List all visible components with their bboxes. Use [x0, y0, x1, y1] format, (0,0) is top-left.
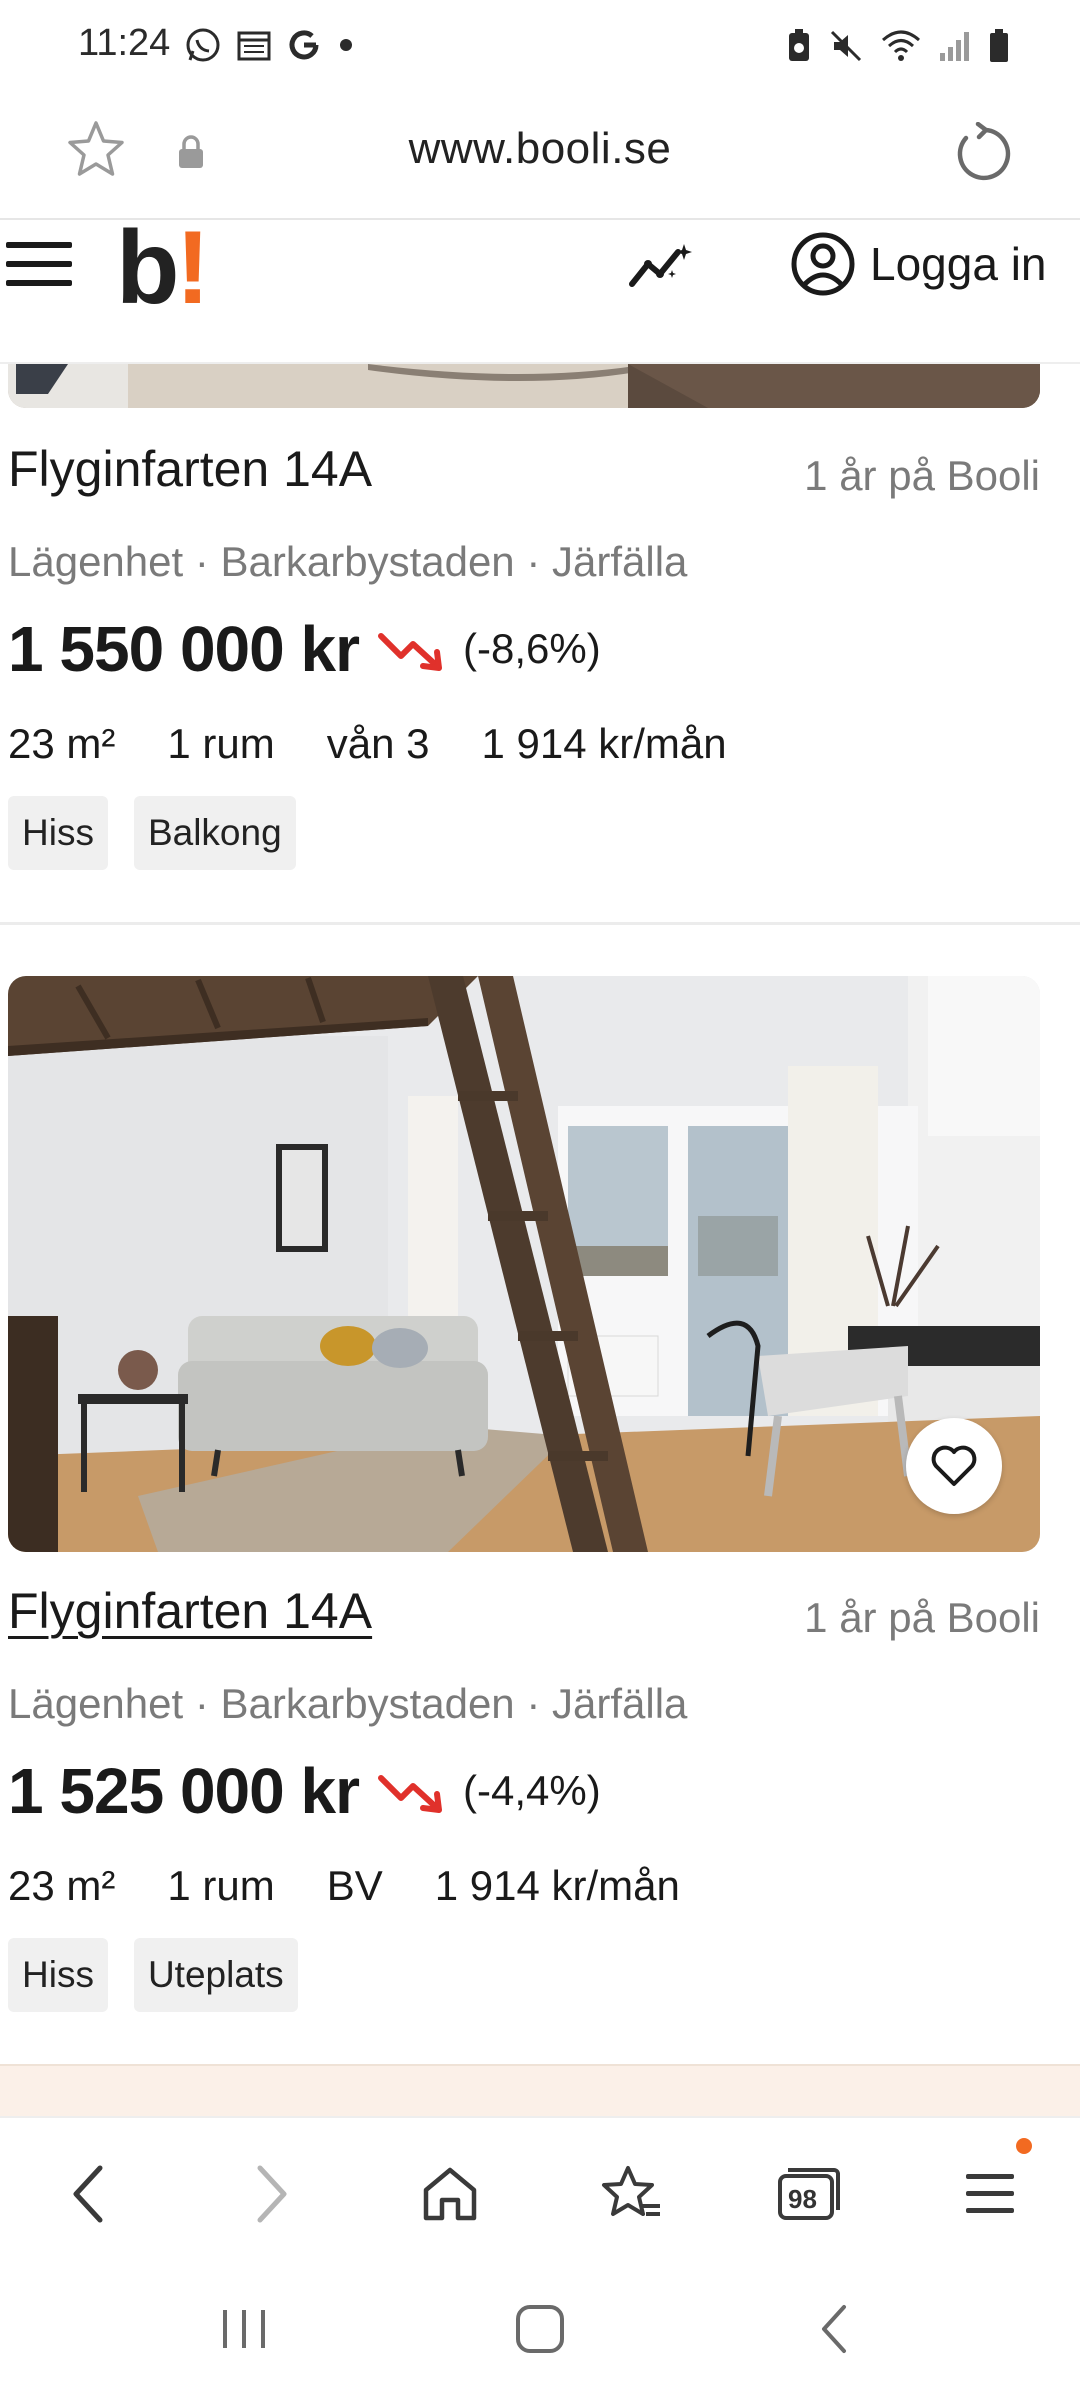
notification-dot — [1016, 2138, 1032, 2154]
tag-patio: Uteplats — [133, 1938, 298, 2012]
whatsapp-icon — [186, 28, 220, 62]
booli-logo[interactable]: b! — [116, 216, 210, 320]
tag-balcony: Balkong — [133, 796, 296, 870]
user-account-icon — [791, 232, 855, 296]
mute-icon — [830, 30, 862, 62]
browser-menu-button[interactable] — [950, 2154, 1030, 2234]
market-trend-icon[interactable] — [628, 240, 694, 292]
favorite-button[interactable] — [906, 1418, 1002, 1514]
forward-button[interactable] — [232, 2154, 312, 2234]
listing-1-floor: vån 3 — [326, 720, 430, 767]
hamburger-menu-icon[interactable] — [6, 240, 72, 288]
listing-2-area: 23 m² — [8, 1862, 116, 1909]
calendar-icon — [237, 31, 271, 61]
logo-letter: b — [116, 210, 180, 326]
listing-2-age: 1 år på Booli — [804, 1594, 1040, 1641]
browser-toolbar: 98 — [0, 2116, 1080, 2252]
recents-button[interactable] — [204, 2294, 284, 2364]
menu-icon — [966, 2174, 1014, 2213]
listing-1-price-row: 1 550 000 kr (-8,6%) — [8, 612, 601, 686]
dot-icon — [340, 39, 352, 51]
listing-1-facts: 23 m² 1 rum vån 3 1 914 kr/mån — [8, 720, 779, 768]
home-button[interactable] — [410, 2154, 490, 2234]
price-down-icon — [378, 633, 442, 671]
back-icon — [73, 2165, 103, 2223]
listing-1-photo[interactable] — [8, 364, 1040, 408]
listing-divider — [0, 922, 1080, 925]
system-nav-bar — [0, 2252, 1080, 2400]
listing-2-title[interactable]: Flyginfarten 14A — [8, 1582, 372, 1640]
battery-icon — [990, 29, 1008, 62]
listing-1-price: 1 550 000 kr — [8, 613, 360, 685]
next-section-band — [0, 2064, 1080, 2116]
heart-icon — [931, 1445, 977, 1486]
url-field[interactable]: www.booli.se — [0, 124, 1080, 174]
system-home-button[interactable] — [500, 2294, 580, 2364]
listing-2-subtitle: Lägenhet · Barkarbystaden · Järfälla — [8, 1680, 688, 1727]
listing-2-tags: Hiss Uteplats — [8, 1938, 298, 2012]
listing-1-age: 1 år på Booli — [804, 452, 1040, 499]
signal-icon — [940, 32, 969, 61]
status-left-icons — [184, 26, 356, 64]
listing-2-price-change: (-4,4%) — [463, 1767, 601, 1814]
recents-icon — [223, 2310, 265, 2348]
battery-saver-icon — [789, 29, 809, 61]
listing-2-price: 1 525 000 kr — [8, 1755, 360, 1827]
tabs-button[interactable]: 98 — [768, 2154, 848, 2234]
home-icon — [516, 2305, 564, 2353]
tag-elevator: Hiss — [8, 796, 108, 870]
back-button[interactable] — [48, 2154, 128, 2234]
system-back-button[interactable] — [794, 2294, 874, 2364]
forward-icon — [257, 2165, 287, 2223]
status-time: 11:24 — [78, 22, 171, 64]
listing-2-floor: BV — [326, 1862, 383, 1909]
listing-2-photo[interactable] — [8, 976, 1040, 1552]
home-icon — [423, 2167, 477, 2221]
listing-2-facts: 23 m² 1 rum BV 1 914 kr/mån — [8, 1862, 732, 1910]
google-icon — [289, 30, 319, 60]
wifi-icon — [882, 30, 920, 61]
logo-accent: ! — [175, 210, 211, 326]
tab-count: 98 — [788, 2184, 817, 2214]
listing-1-fee: 1 914 kr/mån — [481, 720, 727, 767]
listing-2-price-row: 1 525 000 kr (-4,4%) — [8, 1754, 601, 1828]
listing-1-price-change: (-8,6%) — [463, 625, 601, 672]
listing-1-subtitle: Lägenhet · Barkarbystaden · Järfälla — [8, 538, 688, 585]
listing-1-tags: Hiss Balkong — [8, 796, 296, 870]
bookmarks-icon — [602, 2166, 660, 2216]
listing-1-rooms: 1 rum — [167, 720, 275, 767]
listing-2-rooms: 1 rum — [167, 1862, 275, 1909]
listing-2-fee: 1 914 kr/mån — [434, 1862, 680, 1909]
status-right-icons — [786, 28, 1010, 64]
reload-icon[interactable] — [952, 122, 1016, 186]
price-down-icon — [378, 1775, 442, 1813]
bookmarks-button[interactable] — [590, 2154, 670, 2234]
status-bar: 11:24 — [0, 0, 1080, 96]
listing-1-title[interactable]: Flyginfarten 14A — [8, 440, 372, 498]
login-button[interactable]: Logga in — [790, 228, 1047, 300]
back-icon — [822, 2305, 846, 2353]
login-label: Logga in — [870, 238, 1047, 290]
tag-elevator: Hiss — [8, 1938, 108, 2012]
browser-address-bar: www.booli.se — [0, 96, 1080, 220]
listing-1-area: 23 m² — [8, 720, 116, 767]
